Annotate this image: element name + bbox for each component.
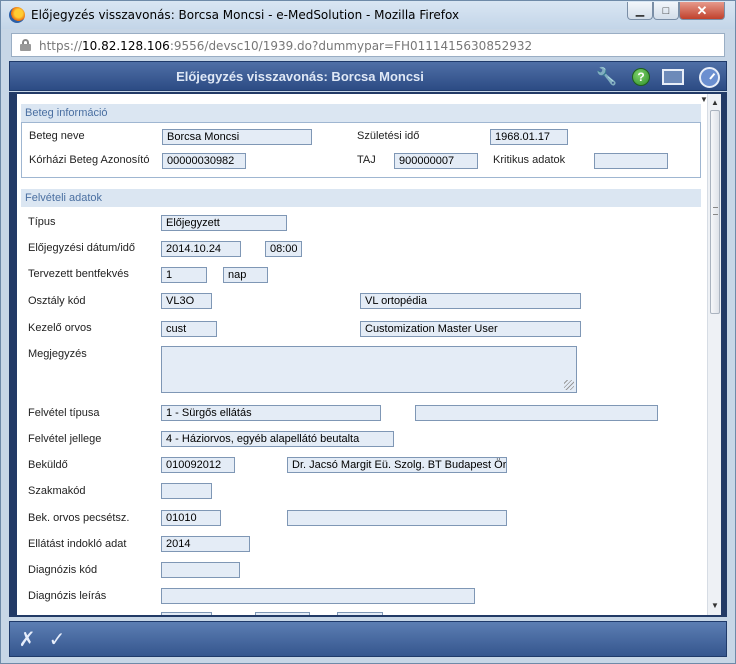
pecsetsz-field[interactable]: 01010 bbox=[161, 510, 221, 526]
diagnozis-leiras-label: Diagnózis leírás bbox=[28, 590, 107, 602]
pecsetsz-nev-field[interactable] bbox=[287, 510, 507, 526]
clock-icon[interactable] bbox=[698, 66, 720, 88]
szul-ido-label: Születési idő bbox=[357, 130, 420, 142]
app-header: Előjegyzés visszavonás: Borcsa Moncsi 🔧 … bbox=[9, 61, 727, 91]
felvetel-tipusa-extra-field[interactable] bbox=[415, 405, 658, 421]
scroll-up-icon[interactable]: ▲ bbox=[708, 96, 722, 110]
url-text[interactable]: https://10.82.128.106:9556/devsc10/1939.… bbox=[39, 39, 532, 53]
diagnozis-kod-field[interactable] bbox=[161, 562, 240, 578]
close-window-button[interactable]: ✕ bbox=[679, 2, 725, 20]
tipus-field[interactable]: Előjegyzett bbox=[161, 215, 287, 231]
diagnozis-kod-label: Diagnózis kód bbox=[28, 564, 98, 576]
szakmakod-field[interactable] bbox=[161, 483, 212, 499]
firefox-icon bbox=[9, 7, 25, 23]
section-beteg-header: Beteg információ bbox=[21, 104, 701, 122]
bekuldo-label: Beküldő bbox=[28, 459, 68, 471]
beteg-nev-label: Beteg neve bbox=[29, 130, 85, 142]
wrench-icon[interactable]: 🔧 bbox=[596, 66, 618, 88]
bekuldo-kod-field[interactable]: 010092012 bbox=[161, 457, 235, 473]
elojegyzesi-datum-label: Előjegyzési dátum/idő bbox=[28, 242, 136, 254]
collapse-arrow-icon[interactable]: ▼ bbox=[700, 95, 707, 104]
beteg-nev-field[interactable]: Borcsa Moncsi bbox=[162, 129, 312, 145]
kritikus-adatok-field[interactable] bbox=[594, 153, 668, 169]
url-bar[interactable]: https://10.82.128.106:9556/devsc10/1939.… bbox=[11, 33, 725, 57]
screen-icon[interactable] bbox=[662, 66, 684, 88]
minimize-button[interactable]: ▁ bbox=[627, 2, 653, 20]
kezelo-orvos-label: Kezelő orvos bbox=[28, 322, 92, 334]
felvetel-tipusa-field[interactable]: 1 - Sürgős ellátás bbox=[161, 405, 381, 421]
browser-window: Előjegyzés visszavonás: Borcsa Moncsi - … bbox=[0, 0, 736, 664]
bottom-toolbar: ✗ ✓ bbox=[9, 621, 727, 657]
elojegyzesi-datum-field[interactable]: 2014.10.24 bbox=[161, 241, 241, 257]
next-row-field-2[interactable] bbox=[255, 612, 310, 615]
indoklo-adat-label: Ellátást indokló adat bbox=[28, 538, 127, 550]
next-row-field-3[interactable] bbox=[337, 612, 383, 615]
window-title: Előjegyzés visszavonás: Borcsa Moncsi - … bbox=[31, 8, 460, 22]
felvetel-jellege-field[interactable]: 4 - Háziorvos, egyéb alapellátó beutalta bbox=[161, 431, 394, 447]
elojegyzesi-ido-field[interactable]: 08:00 bbox=[265, 241, 302, 257]
ok-icon[interactable]: ✓ bbox=[44, 626, 70, 652]
diagnozis-leiras-field[interactable] bbox=[161, 588, 475, 604]
pecsetsz-label: Bek. orvos pecsétsz. bbox=[28, 512, 130, 524]
azonosito-label: Kórházi Beteg Azonosító bbox=[29, 154, 150, 166]
window-titlebar: Előjegyzés visszavonás: Borcsa Moncsi - … bbox=[1, 1, 735, 29]
megjegyzes-label: Megjegyzés bbox=[28, 348, 87, 360]
osztaly-nev-field[interactable]: VL ortopédia bbox=[360, 293, 581, 309]
resize-grip-icon[interactable] bbox=[564, 380, 574, 390]
vertical-scrollbar[interactable]: ▲ ▼ bbox=[707, 94, 721, 615]
help-icon[interactable]: ? bbox=[630, 66, 652, 88]
url-host: 10.82.128.106 bbox=[82, 39, 170, 53]
tipus-label: Típus bbox=[28, 216, 56, 228]
felvetel-tipusa-label: Felvétel típusa bbox=[28, 407, 100, 419]
azonosito-field[interactable]: 00000030982 bbox=[162, 153, 246, 169]
szakmakod-label: Szakmakód bbox=[28, 485, 86, 497]
next-row-field-1[interactable] bbox=[161, 612, 212, 615]
url-scheme: https:// bbox=[39, 39, 83, 53]
megjegyzes-textarea[interactable] bbox=[161, 346, 577, 393]
scroll-down-icon[interactable]: ▼ bbox=[708, 599, 722, 613]
section-felveteli-header: Felvételi adatok bbox=[21, 189, 701, 207]
taj-label: TAJ bbox=[357, 154, 376, 166]
cancel-icon[interactable]: ✗ bbox=[14, 626, 40, 652]
taj-field[interactable]: 900000007 bbox=[394, 153, 478, 169]
lock-icon bbox=[20, 39, 31, 51]
kezelo-orvos-nev-field[interactable]: Customization Master User bbox=[360, 321, 581, 337]
kritikus-adatok-label: Kritikus adatok bbox=[493, 154, 566, 166]
scrollbar-thumb[interactable] bbox=[710, 110, 720, 314]
osztaly-kod-field[interactable]: VL3O bbox=[161, 293, 212, 309]
osztaly-kod-label: Osztály kód bbox=[28, 295, 86, 307]
indoklo-adat-field[interactable]: 2014 bbox=[161, 536, 250, 552]
bentfekves-label: Tervezett bentfekvés bbox=[28, 268, 129, 280]
content-area: ▼ Beteg információ Beteg neve Borcsa Mon… bbox=[9, 92, 727, 617]
kezelo-orvos-kod-field[interactable]: cust bbox=[161, 321, 217, 337]
url-path: :9556/devsc10/1939.do?dummypar=FH0111415… bbox=[169, 39, 533, 53]
szul-ido-field[interactable]: 1968.01.17 bbox=[490, 129, 568, 145]
maximize-button[interactable]: □ bbox=[653, 2, 679, 20]
felvetel-jellege-label: Felvétel jellege bbox=[28, 433, 102, 445]
page-title: Előjegyzés visszavonás: Borcsa Moncsi bbox=[176, 69, 424, 84]
bekuldo-nev-field[interactable]: Dr. Jacsó Margit Eü. Szolg. BT Budapest … bbox=[287, 457, 507, 473]
bentfekves-field[interactable]: 1 bbox=[161, 267, 207, 283]
bentfekves-unit-field[interactable]: nap bbox=[223, 267, 268, 283]
form-page: ▼ Beteg információ Beteg neve Borcsa Mon… bbox=[17, 94, 707, 615]
